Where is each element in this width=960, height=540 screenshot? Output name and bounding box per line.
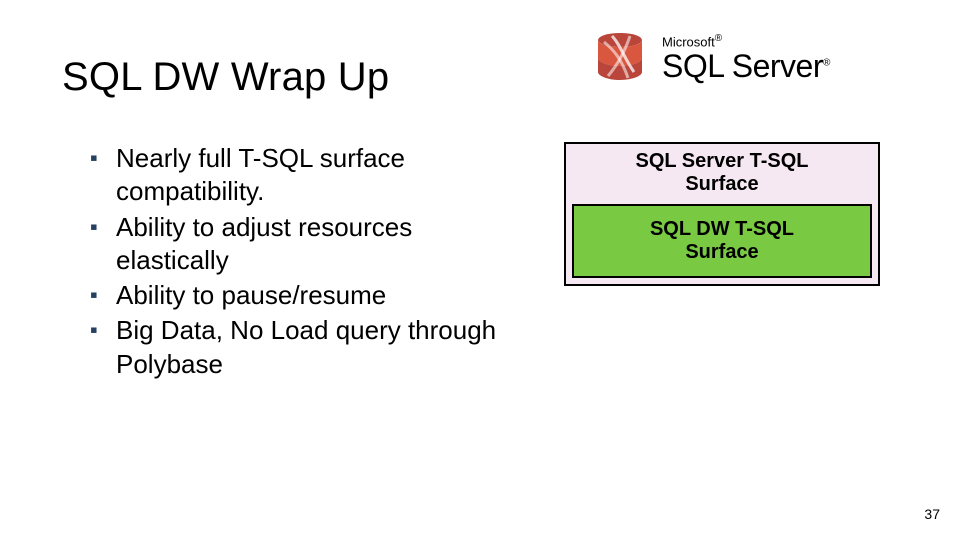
outer-box-sql-server-surface: SQL Server T-SQL Surface SQL DW T-SQL Su… (564, 142, 880, 286)
outer-box-label-line1: SQL Server T-SQL (635, 150, 808, 172)
logo-reg-1: ® (715, 33, 722, 44)
outer-box-label: SQL Server T-SQL Surface (576, 150, 868, 196)
sql-server-logo-text: Microsoft® SQL Server® (662, 34, 830, 82)
inner-box-label: SQL DW T-SQL Surface (582, 218, 862, 264)
bullet-item: Nearly full T-SQL surface compatibility. (90, 142, 520, 209)
sql-server-logo-icon (590, 28, 650, 88)
bullet-item: Ability to pause/resume (90, 279, 520, 312)
logo-product-word: SQL Server (662, 48, 823, 84)
slide: SQL DW Wrap Up Microsoft® SQL Server® (0, 0, 960, 540)
inner-box-sql-dw-surface: SQL DW T-SQL Surface (572, 204, 872, 278)
sql-server-logo: Microsoft® SQL Server® (590, 20, 890, 96)
logo-microsoft-line: Microsoft® (662, 34, 722, 48)
logo-reg-2: ® (823, 58, 830, 69)
surface-diagram: SQL Server T-SQL Surface SQL DW T-SQL Su… (564, 142, 880, 383)
slide-title: SQL DW Wrap Up (62, 55, 389, 100)
logo-product-line: SQL Server® (662, 50, 830, 82)
inner-box-label-line1: SQL DW T-SQL (650, 218, 794, 240)
inner-box-label-line2: Surface (685, 241, 758, 263)
page-number: 37 (924, 506, 940, 522)
bullet-item: Big Data, No Load query through Polybase (90, 314, 520, 381)
logo-microsoft-word: Microsoft (662, 34, 715, 49)
outer-box-label-line2: Surface (685, 173, 758, 195)
bullet-list: Nearly full T-SQL surface compatibility.… (90, 142, 520, 383)
bullet-item: Ability to adjust resources elastically (90, 211, 520, 278)
body-row: Nearly full T-SQL surface compatibility.… (90, 142, 900, 383)
